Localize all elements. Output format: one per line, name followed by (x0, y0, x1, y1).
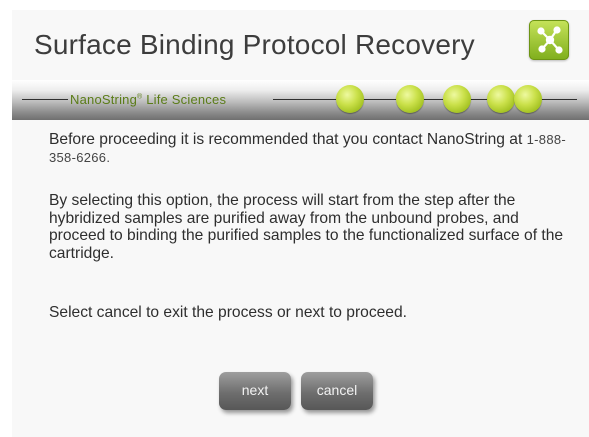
contact-message: Before proceeding it is recommended that… (49, 131, 567, 165)
progress-dot-icon (396, 85, 424, 113)
next-button[interactable]: next (219, 372, 291, 410)
option-description: By selecting this option, the process wi… (49, 192, 564, 262)
progress-dot-icon (514, 85, 542, 113)
progress-dot-icon (443, 85, 471, 113)
progress-dot-icon (487, 85, 515, 113)
network-nodes-icon (529, 20, 569, 60)
instruction-text: Select cancel to exit the process or nex… (49, 304, 407, 321)
page-title: Surface Binding Protocol Recovery (34, 29, 475, 60)
cancel-button[interactable]: cancel (301, 372, 373, 410)
progress-dot-icon (336, 85, 364, 113)
banner-rule-left (22, 99, 68, 100)
brand-label: NanoString® Life Sciences (70, 92, 227, 107)
